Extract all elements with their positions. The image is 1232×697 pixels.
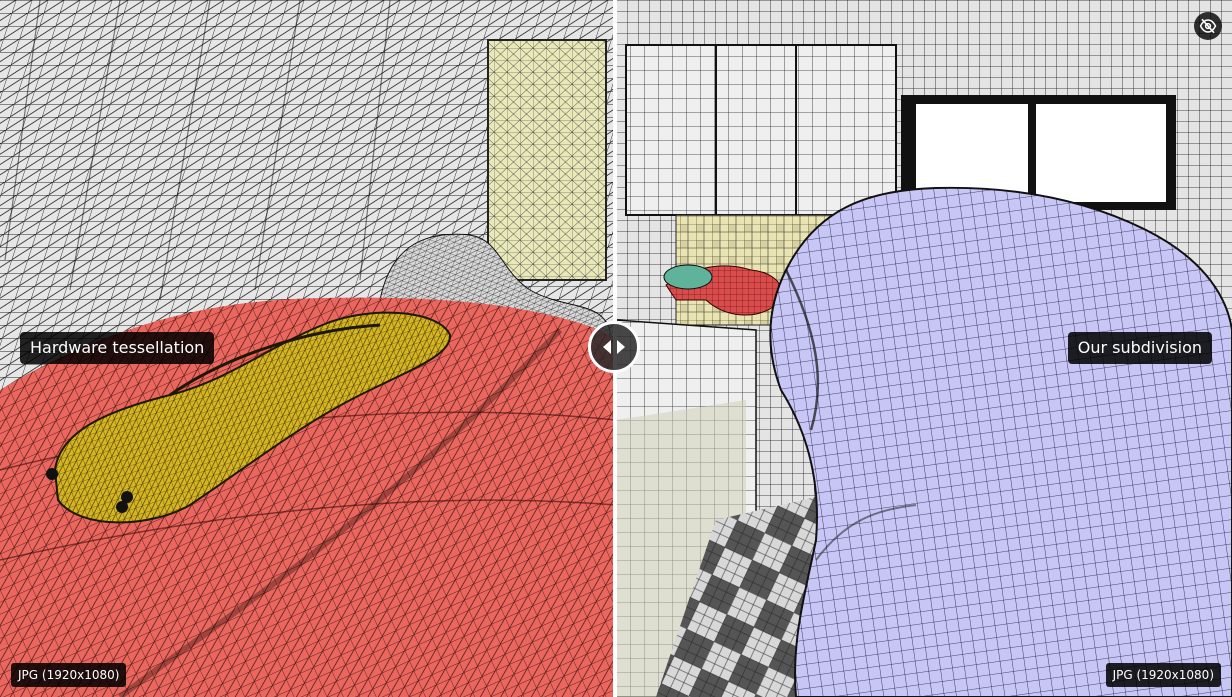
- eye-slash-icon: [1199, 18, 1217, 34]
- comparison-slider-handle[interactable]: [588, 321, 640, 373]
- visibility-toggle-button[interactable]: [1194, 12, 1222, 40]
- image-format-badge-right: JPG (1920x1080): [1105, 663, 1221, 687]
- method-label-right: Our subdivision: [1067, 332, 1212, 364]
- method-label-left: Hardware tessellation: [20, 332, 215, 364]
- left-right-arrows-icon: [603, 340, 625, 354]
- right-panel-our-subdivision: Our subdivision JPG (1920x1080): [616, 0, 1232, 697]
- comparison-viewer[interactable]: Hardware tessellation JPG (1920x1080) Ou…: [0, 0, 1232, 697]
- left-panel-hardware-tessellation: Hardware tessellation JPG (1920x1080): [0, 0, 616, 697]
- image-format-badge-left: JPG (1920x1080): [11, 663, 127, 687]
